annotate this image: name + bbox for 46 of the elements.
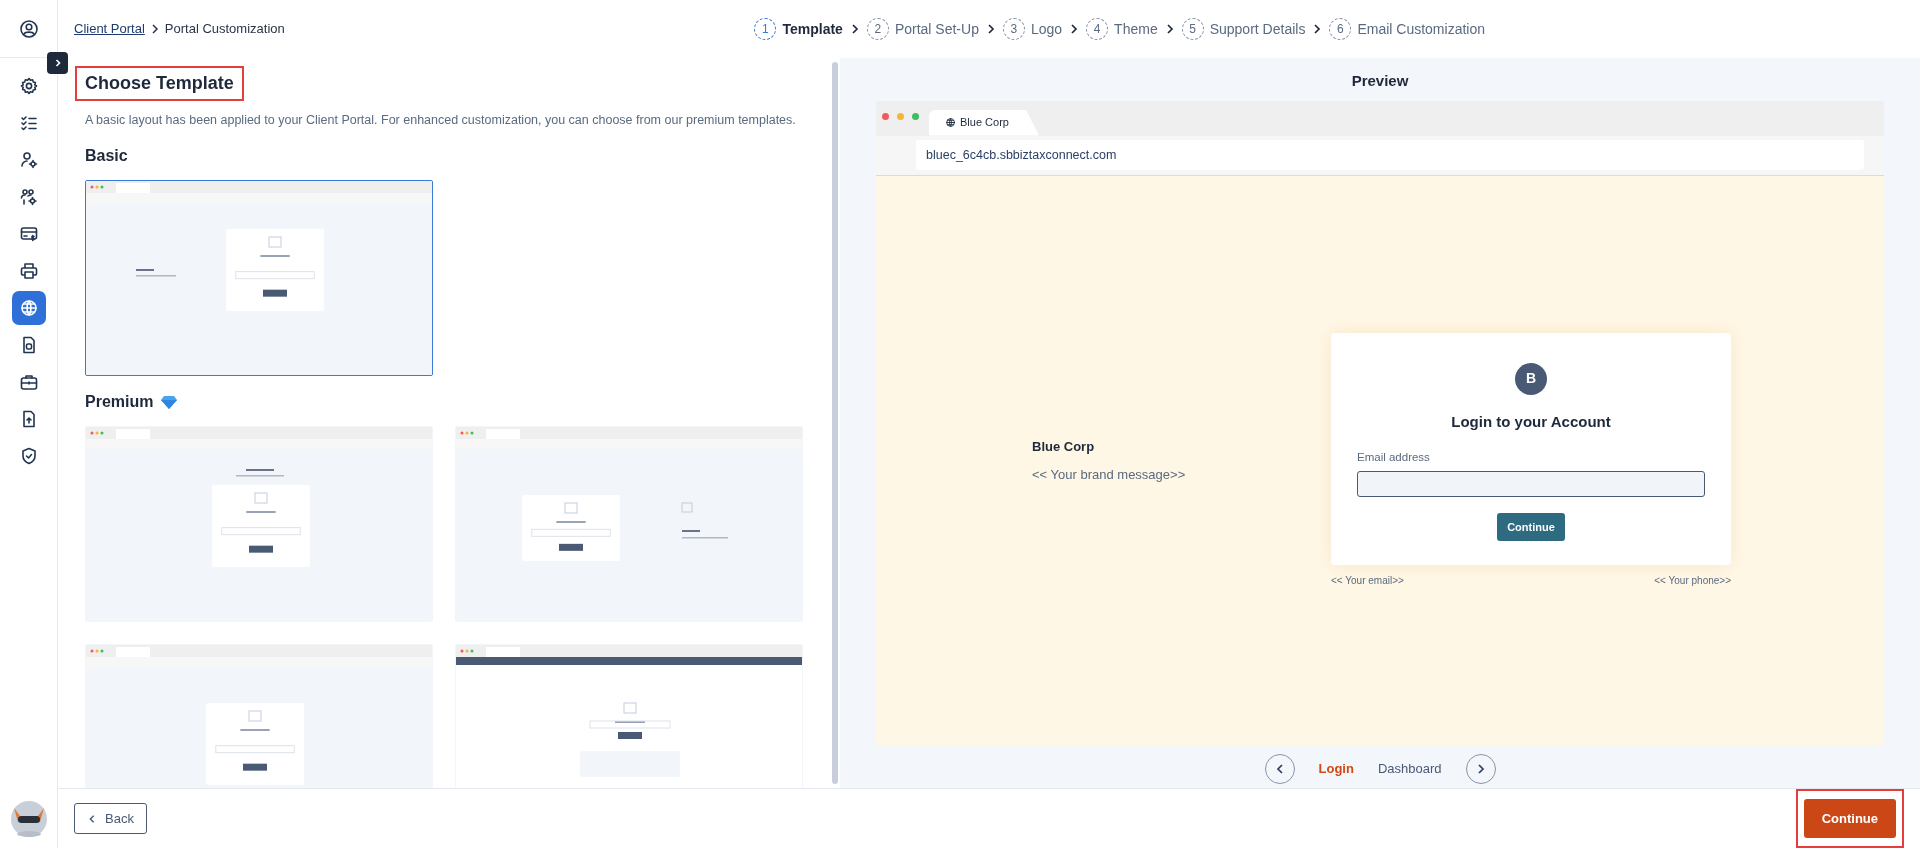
chevron-left-icon	[87, 813, 97, 824]
profile-icon	[18, 18, 39, 39]
collapse-toggle[interactable]	[47, 52, 68, 74]
preview-title: Preview	[1350, 71, 1410, 91]
section-heading: Premium	[85, 392, 154, 413]
breadcrumb-current: Portal Customization	[164, 20, 285, 39]
section-title: Choose Template	[85, 72, 234, 95]
step-link[interactable]: Logo	[1030, 18, 1063, 40]
step-link[interactable]: Email Customization	[1357, 18, 1485, 40]
field-label: Email address	[1357, 450, 1431, 466]
globe-icon	[18, 298, 39, 318]
step-link[interactable]: Support Details	[1209, 18, 1306, 40]
email-field[interactable]	[1357, 470, 1705, 497]
minimize-dot-icon	[897, 112, 904, 120]
briefcase-icon	[18, 372, 39, 392]
footer-text: << Your email>>	[1331, 574, 1404, 589]
team-settings-icon	[18, 187, 39, 207]
browser-tab[interactable]: Blue Corp	[929, 109, 1039, 136]
brand-message: << Your brand message>>	[1032, 465, 1187, 484]
user-settings-icon	[18, 150, 39, 170]
globe-icon	[945, 117, 956, 128]
close-dot-icon	[882, 112, 889, 120]
brand-name: Blue Corp	[1032, 438, 1096, 456]
continue-button[interactable]: Continue	[1803, 798, 1896, 839]
diamond-icon	[161, 395, 178, 410]
breadcrumb-link[interactable]: Client Portal	[74, 19, 145, 39]
printer-icon	[18, 261, 39, 281]
page-tab[interactable]: Dashboard	[1377, 759, 1442, 779]
footer-text: << Your phone>>	[1654, 574, 1731, 589]
template-card[interactable]	[455, 644, 803, 788]
settings-icon	[18, 76, 39, 96]
section-heading: Basic	[85, 146, 128, 167]
continue-button[interactable]: Continue	[1497, 512, 1565, 542]
page-tab[interactable]: Login	[1318, 759, 1354, 779]
billing-card-icon	[18, 224, 39, 244]
maximize-dot-icon	[912, 112, 919, 120]
checklist-icon	[18, 113, 39, 133]
description-text: A basic layout has been applied to your Client Portal. For enhanced customization, you can choose from our premium templates.	[85, 112, 797, 130]
back-button[interactable]: Back	[74, 802, 147, 835]
step-link[interactable]: Template	[782, 18, 843, 40]
avatar: B	[1515, 362, 1547, 395]
step-link[interactable]: Theme	[1114, 18, 1158, 40]
login-title: Login to your Account	[1451, 411, 1611, 432]
step-link[interactable]: Portal Set-Up	[894, 18, 979, 40]
scrollbar[interactable]	[832, 62, 838, 784]
address-bar[interactable]: bluec_6c4cb.sbbiztaxconnect.com	[916, 139, 1864, 171]
